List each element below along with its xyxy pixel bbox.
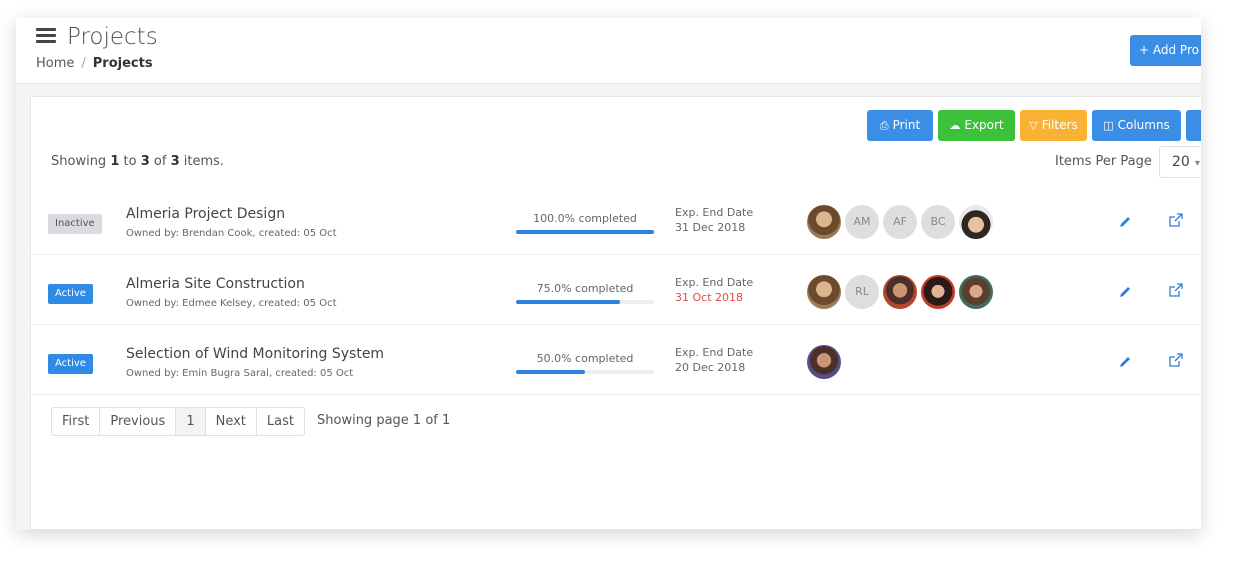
filters-label: Filters xyxy=(1041,118,1078,132)
columns-button[interactable]: ◫ Columns xyxy=(1092,110,1181,141)
progress-fill xyxy=(516,230,654,234)
edit-icon[interactable] xyxy=(1118,214,1132,228)
filter-icon: ▽ xyxy=(1029,119,1038,132)
external-link-icon[interactable] xyxy=(1169,282,1183,297)
progress-label: 50.0% completed xyxy=(536,352,634,365)
table-row: Inactive Almeria Project Design Owned by… xyxy=(31,186,1201,255)
add-project-button[interactable]: + Add Pro xyxy=(1130,35,1201,66)
project-owner: Owned by: Brendan Cook, created: 05 Oct xyxy=(126,228,337,239)
summary-to-word: to xyxy=(123,154,137,169)
progress-fill xyxy=(516,370,585,374)
avatar[interactable] xyxy=(921,275,955,309)
avatar[interactable] xyxy=(959,205,993,239)
page-next[interactable]: Next xyxy=(206,408,257,435)
breadcrumb: Home / Projects xyxy=(36,56,153,71)
page-title: Projects xyxy=(67,24,158,50)
page-first[interactable]: First xyxy=(52,408,101,435)
avatar[interactable]: AM xyxy=(845,205,879,239)
progress-bar xyxy=(516,300,654,304)
external-link-icon[interactable] xyxy=(1169,352,1183,367)
avatar[interactable]: AF xyxy=(883,205,917,239)
projects-panel: ⎙ Print ☁ Export ▽ Filters ◫ Columns Showing… xyxy=(30,96,1201,530)
page-header: Projects Home / Projects xyxy=(16,18,1201,84)
app-window: Projects Home / Projects + Add Pro ⎙ Print … xyxy=(16,18,1201,530)
printer-icon: ⎙ xyxy=(879,119,889,132)
breadcrumb-current: Projects xyxy=(92,56,153,71)
items-per-page-value: 20 xyxy=(1172,154,1190,170)
print-label: Print xyxy=(892,118,921,132)
project-owner: Owned by: Edmee Kelsey, created: 05 Oct xyxy=(126,298,337,309)
list-icon xyxy=(36,28,56,44)
items-per-page-select[interactable]: 20 ▾ xyxy=(1159,146,1201,178)
more-button[interactable] xyxy=(1186,110,1201,141)
chevron-down-icon: ▾ xyxy=(1194,158,1200,169)
edit-icon[interactable] xyxy=(1118,354,1132,368)
project-owner: Owned by: Emin Bugra Saral, created: 05 … xyxy=(126,368,354,379)
status-badge: Inactive xyxy=(48,214,102,234)
summary-from: 1 xyxy=(110,154,120,169)
avatar[interactable] xyxy=(807,205,841,239)
export-button[interactable]: ☁ Export xyxy=(938,110,1015,141)
columns-icon: ◫ xyxy=(1103,119,1114,132)
summary-of-word: of xyxy=(153,154,167,169)
avatar[interactable] xyxy=(807,345,841,379)
progress-label: 100.0% completed xyxy=(533,212,637,225)
project-name[interactable]: Almeria Site Construction xyxy=(126,276,305,292)
status-badge: Active xyxy=(48,284,93,304)
exp-end-date: 31 Dec 2018 xyxy=(675,221,746,234)
progress-label: 75.0% completed xyxy=(536,282,634,295)
project-name[interactable]: Almeria Project Design xyxy=(126,206,285,222)
exp-end-label: Exp. End Date xyxy=(675,276,754,289)
summary-suffix: items. xyxy=(183,154,225,169)
page-current[interactable]: 1 xyxy=(176,408,206,435)
progress-bar xyxy=(516,230,654,234)
table-row: Active Almeria Site Construction Owned b… xyxy=(31,256,1201,325)
items-per-page-label: Items Per Page xyxy=(1055,154,1152,169)
cloud-download-icon: ☁ xyxy=(949,119,961,132)
pagination: First Previous 1 Next Last xyxy=(51,407,305,436)
avatar[interactable] xyxy=(959,275,993,309)
page-info: Showing page 1 of 1 xyxy=(317,413,451,428)
breadcrumb-separator: / xyxy=(81,56,86,71)
exp-end-date: 31 Oct 2018 xyxy=(675,291,744,304)
exp-end-date: 20 Dec 2018 xyxy=(675,361,746,374)
columns-label: Columns xyxy=(1117,118,1170,132)
table-row: Active Selection of Wind Monitoring Syst… xyxy=(31,326,1201,395)
exp-end-label: Exp. End Date xyxy=(675,206,754,219)
summary-prefix: Showing xyxy=(51,154,107,169)
status-badge: Active xyxy=(48,354,93,374)
showing-summary: Showing 1 to 3 of 3 items. xyxy=(51,154,224,169)
breadcrumb-home[interactable]: Home xyxy=(36,56,74,71)
progress-bar xyxy=(516,370,654,374)
page-last[interactable]: Last xyxy=(257,408,304,435)
print-button[interactable]: ⎙ Print xyxy=(867,110,933,141)
summary-to: 3 xyxy=(140,154,150,169)
progress-fill xyxy=(516,300,620,304)
project-name[interactable]: Selection of Wind Monitoring System xyxy=(126,346,384,362)
exp-end-label: Exp. End Date xyxy=(675,346,754,359)
avatar[interactable]: RL xyxy=(845,275,879,309)
avatar[interactable] xyxy=(883,275,917,309)
filters-button[interactable]: ▽ Filters xyxy=(1020,110,1087,141)
avatar[interactable] xyxy=(807,275,841,309)
avatar[interactable]: BC xyxy=(921,205,955,239)
page-previous[interactable]: Previous xyxy=(100,408,177,435)
export-label: Export xyxy=(964,118,1004,132)
external-link-icon[interactable] xyxy=(1169,212,1183,227)
summary-total: 3 xyxy=(170,154,180,169)
edit-icon[interactable] xyxy=(1118,284,1132,298)
